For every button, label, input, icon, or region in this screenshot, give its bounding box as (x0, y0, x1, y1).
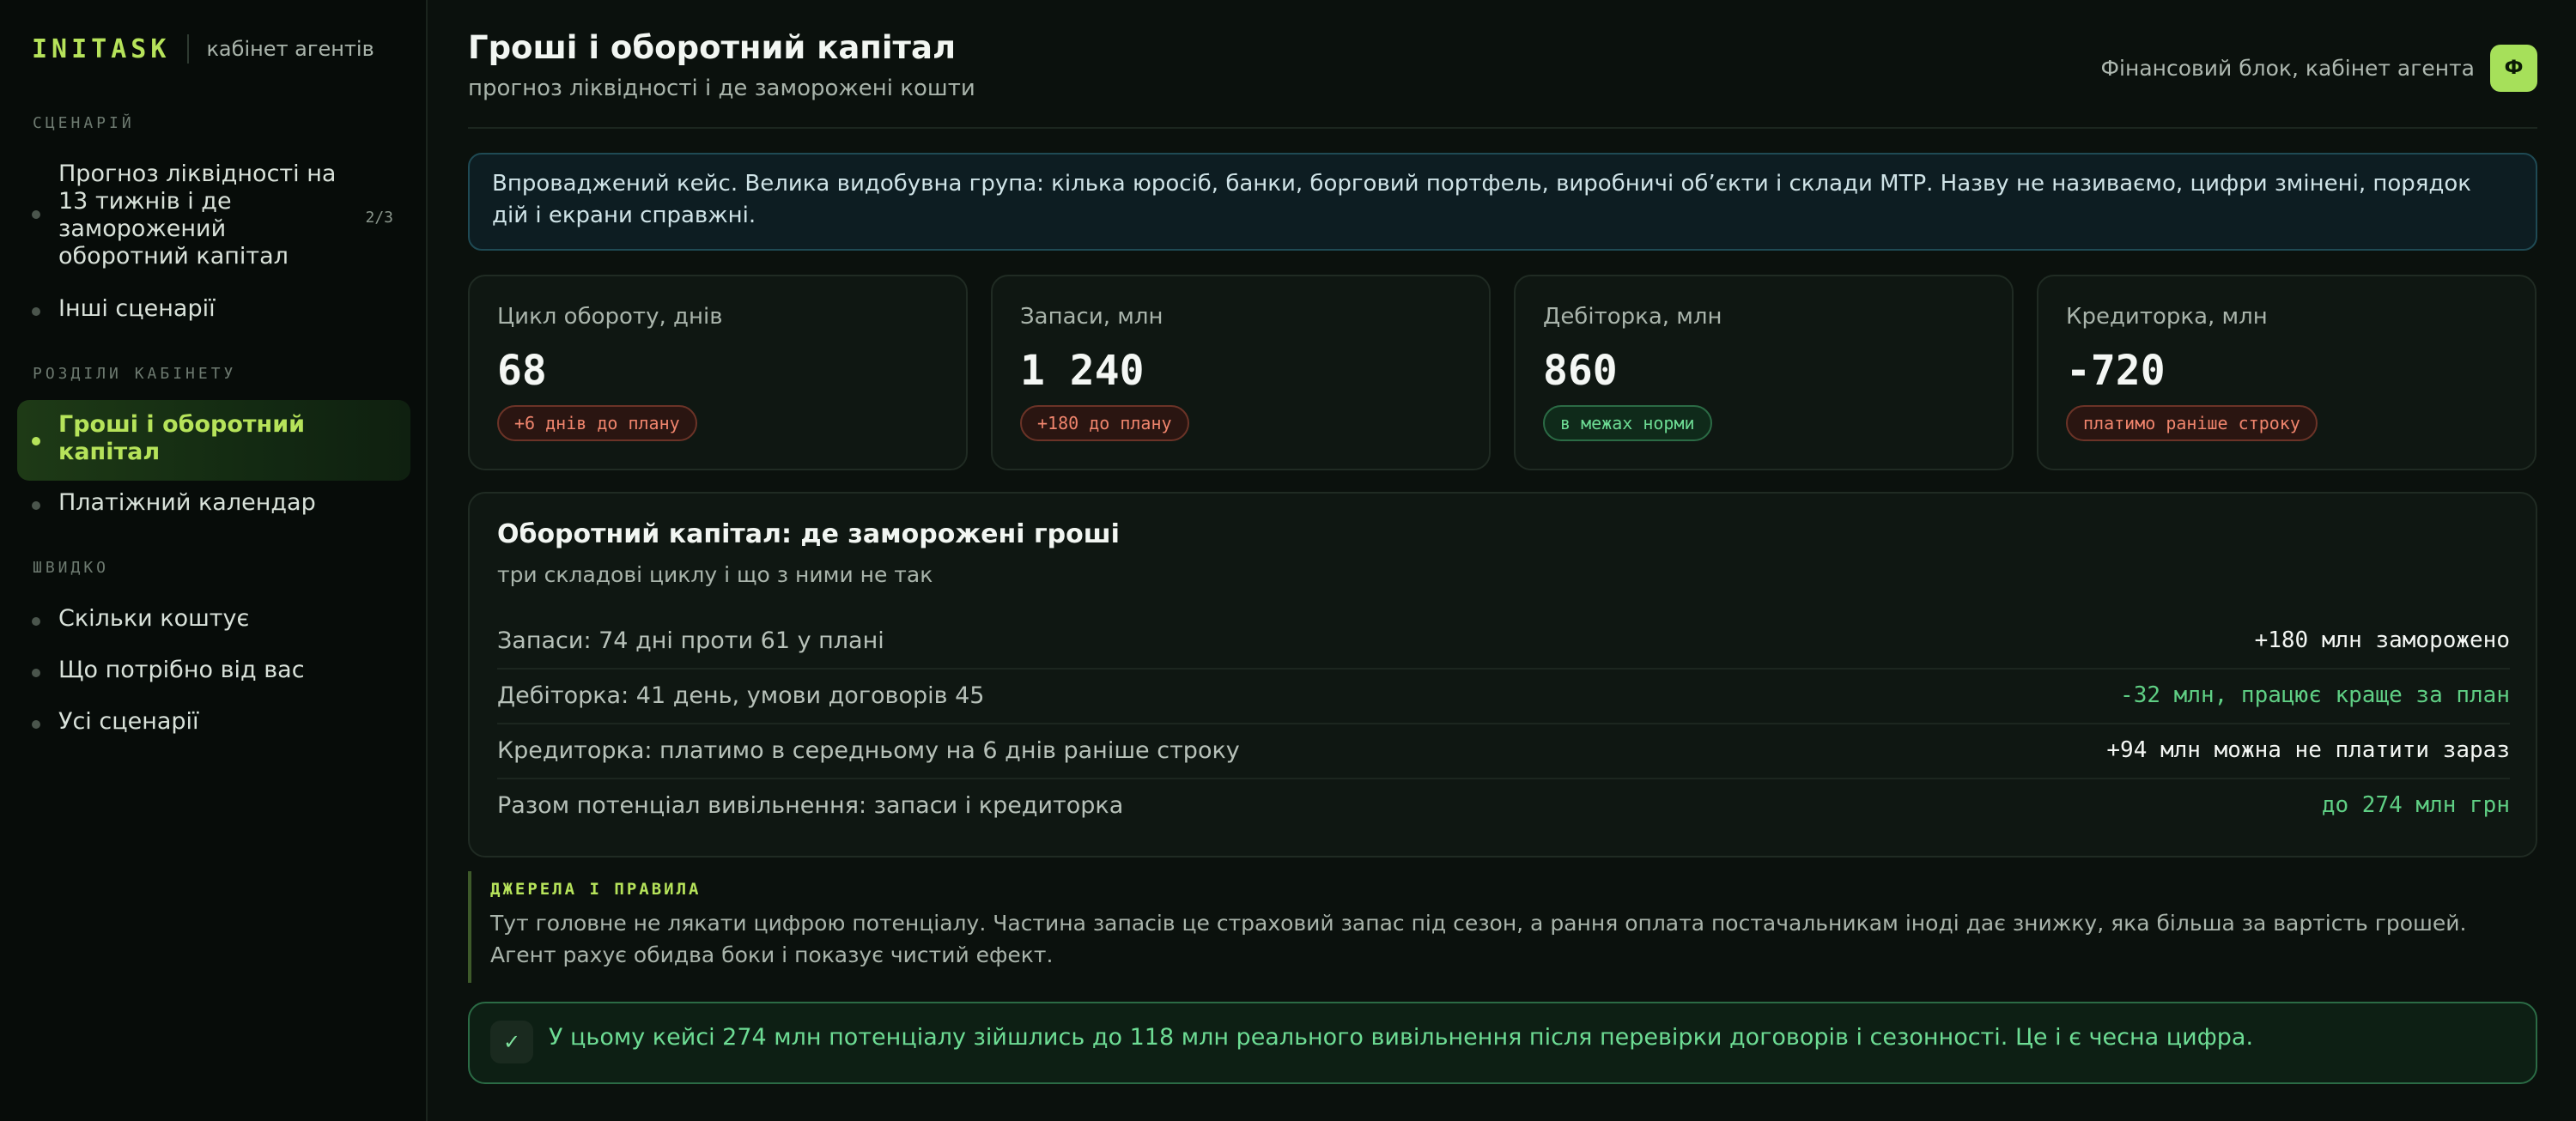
check-icon: ✓ (490, 1021, 533, 1063)
kpi-value: 1 240 (1020, 347, 1145, 395)
sidebar-item-other-scenarios[interactable]: Інші сценарії (17, 295, 410, 323)
table-row: Кредиторка: платимо в середньому на 6 дн… (497, 723, 2510, 779)
kpi-value: 860 (1543, 347, 1618, 395)
sidebar: INITASK кабінет агентів СЦЕНАРІЙ Прогноз… (0, 0, 428, 1121)
result-text: У цьому кейсі 274 млн потенціалу зійшлис… (549, 1024, 2254, 1051)
row-value: +180 млн заморожено (2254, 627, 2510, 653)
kpi-label: Дебіторка, млн (1543, 304, 1722, 330)
sources-rules-note: ДЖЕРЕЛА І ПРАВИЛА Тут головне не лякати … (468, 871, 2537, 983)
row-label: Разом потенціал вивільнення: запаси і кр… (497, 791, 1124, 819)
status-badge: +180 до плану (1020, 405, 1189, 441)
table-row: Запаси: 74 дні проти 61 у плані +180 млн… (497, 613, 2510, 670)
note-heading: ДЖЕРЕЛА І ПРАВИЛА (490, 880, 702, 899)
sidebar-item-liquidity-forecast[interactable]: Прогноз ліквідності на 13 тижнів і де за… (17, 160, 410, 271)
sidebar-item-label: Інші сценарії (58, 295, 216, 322)
row-label: Запаси: 74 дні проти 61 у плані (497, 627, 884, 654)
row-value: до 274 млн грн (2321, 792, 2510, 818)
brand-divider (187, 34, 190, 64)
working-capital-panel: Оборотний капітал: де заморожені гроші т… (468, 492, 2537, 857)
kpi-value: -720 (2066, 347, 2166, 395)
table-row: Разом потенціал вивільнення: запаси і кр… (497, 778, 2510, 833)
kpi-card-receivables: Дебіторка, млн 860 в межах норми (1514, 275, 2014, 470)
status-badge: в межах норми (1543, 405, 1712, 441)
sidebar-item-all-scenarios[interactable]: Усі сценарії (17, 708, 410, 736)
kpi-card-payables: Кредиторка, млн -720 платимо раніше стро… (2037, 275, 2537, 470)
quick-heading: ШВИДКО (33, 559, 110, 577)
sections-heading: РОЗДІЛИ КАБІНЕТУ (33, 365, 237, 383)
row-value: -32 млн, працює краще за план (2120, 682, 2510, 708)
context-label: Фінансовий блок, кабінет агента (2100, 56, 2475, 81)
sidebar-item-label: Платіжний календар (58, 489, 316, 516)
case-intro-banner: Впроваджений кейс. Велика видобувна груп… (468, 153, 2537, 251)
note-text: Тут головне не лякати цифрою потенціалу.… (490, 911, 2467, 967)
sidebar-item-label: Усі сценарії (58, 708, 199, 735)
brand-logo[interactable]: INITASK (32, 34, 170, 64)
bullet-icon (32, 307, 40, 316)
bullet-icon (32, 210, 40, 219)
page-subtitle: прогноз ліквідності і де заморожені кошт… (468, 76, 975, 101)
sidebar-item-requirements[interactable]: Що потрібно від вас (17, 657, 410, 684)
result-banner: ✓ У цьому кейсі 274 млн потенціалу зійшл… (468, 1002, 2537, 1084)
row-label: Кредиторка: платимо в середньому на 6 дн… (497, 736, 1240, 764)
sidebar-item-label: Що потрібно від вас (58, 657, 305, 683)
brand-subtitle: кабінет агентів (206, 37, 374, 61)
kpi-card-inventory: Запаси, млн 1 240 +180 до плану (991, 275, 1491, 470)
bullet-icon (32, 669, 40, 677)
sidebar-item-label: Скільки коштує (58, 605, 250, 632)
sidebar-item-label: Прогноз ліквідності на 13 тижнів і де за… (58, 161, 337, 270)
kpi-label: Кредиторка, млн (2066, 304, 2268, 330)
row-label: Дебіторка: 41 день, умови договорів 45 (497, 682, 985, 709)
kpi-value: 68 (497, 347, 547, 395)
status-badge: +6 днів до плану (497, 405, 697, 441)
row-value: +94 млн можна не платити зараз (2106, 737, 2510, 763)
sidebar-item-money-working-capital[interactable]: Гроші і оборотний капітал (17, 400, 410, 481)
bullet-icon (32, 501, 40, 510)
header-context: Фінансовий блок, кабінет агента Ф (2101, 45, 2537, 92)
page-title: Гроші і оборотний капітал (468, 29, 957, 66)
sidebar-item-pricing[interactable]: Скільки коштує (17, 605, 410, 633)
header-divider (468, 127, 2537, 129)
table-row: Дебіторка: 41 день, умови договорів 45 -… (497, 668, 2510, 724)
kpi-card-turnover-cycle: Цикл обороту, днів 68 +6 днів до плану (468, 275, 968, 470)
brand: INITASK кабінет агентів (32, 33, 374, 65)
scenarios-heading: СЦЕНАРІЙ (33, 114, 135, 132)
sidebar-item-payment-calendar[interactable]: Платіжний календар (17, 489, 410, 517)
panel-title: Оборотний капітал: де заморожені гроші (497, 519, 1120, 549)
bullet-icon (32, 437, 40, 445)
sidebar-item-label: Гроші і оборотний капітал (58, 411, 306, 465)
avatar[interactable]: Ф (2490, 45, 2537, 92)
kpi-label: Цикл обороту, днів (497, 304, 723, 330)
panel-subtitle: три складові циклу і що з ними не так (497, 562, 933, 587)
status-badge: платимо раніше строку (2066, 405, 2318, 441)
scenario-progress-count: 2/3 (365, 209, 393, 227)
kpi-label: Запаси, млн (1020, 304, 1163, 330)
bullet-icon (32, 617, 40, 626)
bullet-icon (32, 720, 40, 729)
